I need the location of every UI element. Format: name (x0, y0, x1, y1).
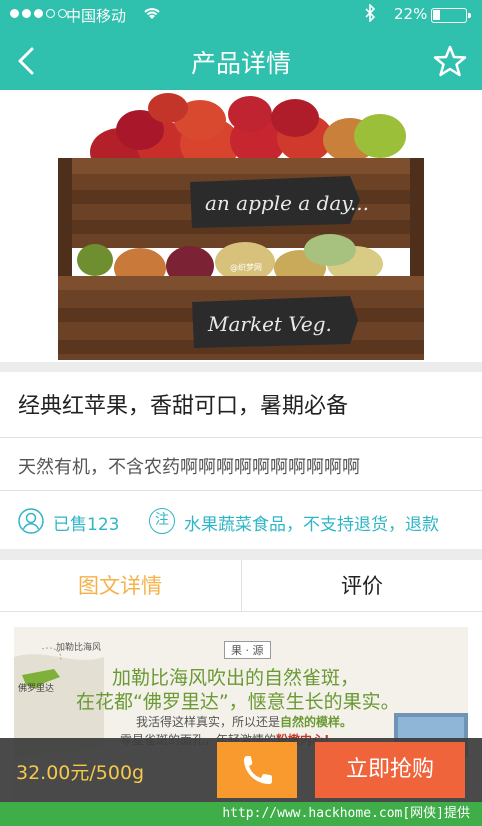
chalk-sign-top: an apple a day... (205, 191, 369, 215)
buy-now-button[interactable]: 立即抢购 (315, 742, 465, 798)
section-separator (0, 549, 482, 560)
return-policy-notice: 水果蔬菜食品，不支持退货，退款 (184, 515, 439, 535)
divider (0, 437, 482, 438)
price: 32.00元/500g (16, 762, 145, 784)
tab-graphic-details[interactable]: 图文详情 (0, 560, 240, 612)
notice-icon: 注 (149, 508, 175, 534)
user-icon (18, 508, 44, 534)
battery-icon (431, 8, 471, 23)
origin-tag: 果 · 源 (224, 641, 271, 659)
product-title: 经典红苹果，香甜可口，暑期必备 (18, 394, 349, 419)
detail-line: 我活得这样真实，所以还是自然的模样。 (136, 715, 353, 729)
bluetooth-icon (364, 3, 376, 26)
map-label: 加勒比海风 (56, 643, 102, 653)
status-bar: 中国移动 22% (0, 0, 482, 30)
detail-headline: 在花都“佛罗里达”，惬意生长的果实。 (76, 691, 400, 713)
divider (0, 490, 482, 491)
wifi-icon (142, 5, 162, 25)
footer-watermark: http://www.hackhome.com[网侠]提供 (0, 802, 482, 826)
detail-headline: 加勒比海风吹出的自然雀斑， (112, 667, 360, 689)
section-separator (0, 362, 482, 372)
battery-percent: 22% (394, 5, 428, 23)
sold-count: 已售123 (53, 515, 120, 535)
detail-tabs: 图文详情 评价 (0, 560, 482, 612)
phone-icon (244, 756, 272, 784)
page-title: 产品详情 (190, 49, 291, 78)
sales-info-row: 已售123 注 水果蔬菜食品，不支持退货，退款 (0, 500, 482, 544)
signal-dots-icon (10, 9, 67, 18)
map-label: 佛罗里达 (18, 684, 55, 694)
product-hero-image: an apple a day... @织梦网 Market Veg. (0, 90, 482, 362)
call-button[interactable] (217, 742, 297, 798)
product-subtitle: 天然有机，不含农药啊啊啊啊啊啊啊啊啊啊 (18, 457, 360, 478)
tab-reviews[interactable]: 评价 (241, 560, 482, 612)
star-outline-icon (433, 45, 467, 77)
hero-watermark: @织梦网 (230, 262, 262, 272)
top-bar: 中国移动 22% 产品详情 (0, 0, 482, 90)
carrier-name: 中国移动 (66, 7, 127, 25)
purchase-bar: 32.00元/500g 立即抢购 (0, 738, 482, 802)
chalk-sign-bottom: Market Veg. (207, 312, 332, 336)
favorite-button[interactable] (432, 44, 468, 78)
